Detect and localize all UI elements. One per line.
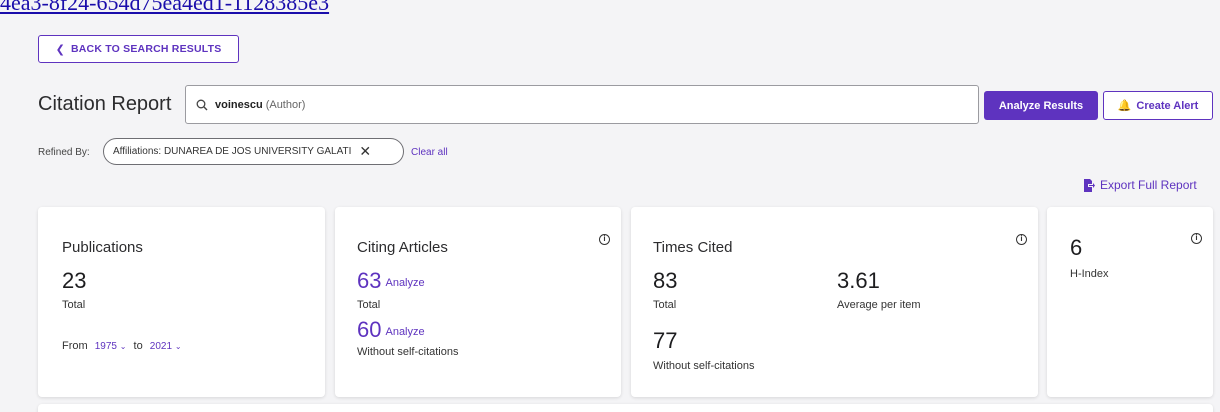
year-range: From 1975 ⌄ to 2021 ⌄ (62, 340, 186, 352)
citing-articles-title: Citing Articles (357, 239, 448, 256)
refined-by-label: Refined By: (38, 147, 90, 158)
back-button-label: BACK TO SEARCH RESULTS (70, 43, 222, 55)
citing-total-label: Total (357, 299, 381, 311)
close-icon[interactable]: ✕ (359, 143, 371, 160)
h-index-card: 6 i H-Index (1047, 207, 1213, 397)
times-cited-total-label: Total (653, 299, 677, 311)
search-input[interactable]: voinescu (Author) (185, 85, 979, 124)
chevron-down-icon: ⌄ (119, 342, 127, 351)
bell-icon: 🔔 (1117, 100, 1132, 112)
times-cited-total: 83 (653, 268, 678, 293)
info-icon[interactable]: i (1191, 233, 1202, 244)
export-label: Export Full Report (1100, 178, 1197, 192)
from-label: From (62, 340, 88, 352)
analyze-results-button[interactable]: Analyze Results (984, 91, 1098, 120)
citing-total-analyze-link[interactable]: Analyze (385, 277, 424, 289)
citing-without-self-analyze-link[interactable]: Analyze (385, 326, 424, 338)
to-year-select[interactable]: 2021 ⌄ (150, 341, 182, 352)
times-cited-without-self-label: Without self-citations (653, 360, 755, 372)
citing-without-self-label: Without self-citations (357, 346, 459, 358)
citing-articles-card: Citing Articles i 63 Analyze Total 60 Anal… (335, 207, 621, 397)
citing-total-value: 63 (357, 268, 382, 293)
times-cited-title: Times Cited (653, 239, 733, 256)
times-cited-average-label: Average per item (837, 299, 921, 311)
chevron-left-icon: ❮ (55, 43, 65, 56)
search-icon (196, 99, 208, 110)
to-year-value: 2021 (149, 341, 173, 352)
h-index-value: 6 (1070, 235, 1083, 260)
publications-title: Publications (62, 239, 143, 256)
clear-all-link[interactable]: Clear all (411, 147, 448, 158)
chevron-down-icon: ⌄ (174, 342, 182, 351)
citing-articles-total: 63 Analyze (357, 268, 425, 294)
from-year-select[interactable]: 1975 ⌄ (95, 341, 127, 352)
create-alert-label: Create Alert (1136, 99, 1199, 112)
export-full-report-link[interactable]: Export Full Report (1083, 178, 1197, 192)
h-index-label: H-Index (1070, 268, 1109, 280)
publications-total-label: Total (62, 299, 86, 311)
affiliation-filter-chip[interactable]: Affiliations: DUNAREA DE JOS UNIVERSITY … (103, 138, 404, 165)
publications-card: Publications 23 Total From 1975 ⌄ to 202… (38, 207, 325, 397)
citing-without-self: 60 Analyze (357, 317, 425, 343)
search-term: voinescu (215, 98, 263, 111)
to-label: to (133, 340, 143, 352)
back-to-search-results-button[interactable]: ❮ BACK TO SEARCH RESULTS (38, 35, 239, 63)
times-cited-average: 3.61 (837, 268, 880, 293)
bottom-panel (38, 404, 1213, 412)
times-cited-card: Times Cited i 83 Total 3.61 Average per … (631, 207, 1038, 397)
citing-without-self-value: 60 (357, 317, 382, 342)
from-year-value: 1975 (94, 341, 117, 352)
filter-chip-label: Affiliations: DUNAREA DE JOS UNIVERSITY … (113, 146, 352, 157)
export-icon (1084, 178, 1095, 192)
info-icon[interactable]: i (1016, 234, 1027, 245)
times-cited-without-self: 77 (653, 328, 678, 353)
info-icon[interactable]: i (599, 234, 610, 245)
page-title: Citation Report (38, 93, 172, 115)
publications-total: 23 (62, 268, 87, 293)
top-url-link[interactable]: 4ea3-8f24-654d75ea4ed1-1128385e3 (0, 0, 329, 16)
create-alert-button[interactable]: 🔔 Create Alert (1103, 91, 1213, 120)
search-field: (Author) (265, 98, 306, 111)
